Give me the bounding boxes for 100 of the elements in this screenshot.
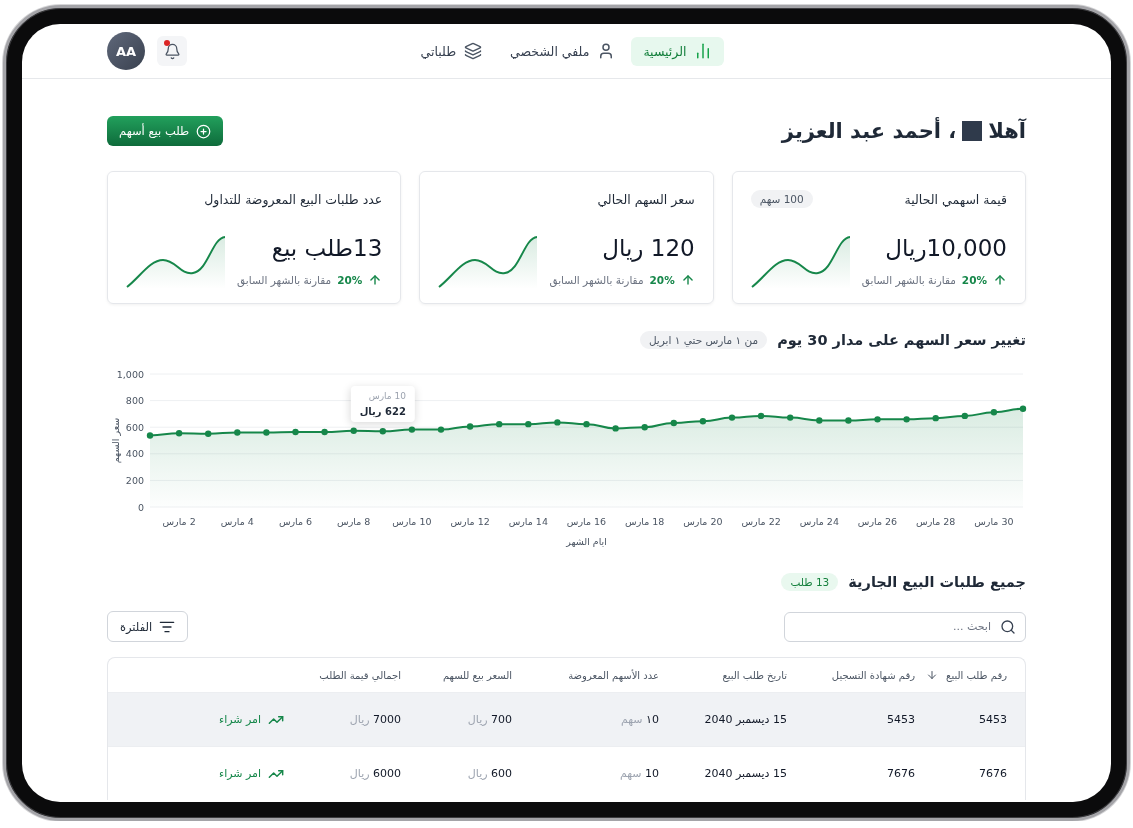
stat-title: سعر السهم الحالي: [597, 191, 695, 207]
data-point: [932, 414, 939, 422]
stat-title: قيمة اسهمي الحالية: [904, 191, 1007, 207]
data-point: [525, 420, 532, 428]
requests-count-badge: 13 طلب: [781, 573, 839, 591]
column-header[interactable]: اجمالي قيمة الطلب: [319, 669, 401, 681]
filter-button[interactable]: الفلترة: [107, 611, 189, 642]
change-percent: 20%: [961, 274, 987, 286]
tooltip-date: 10 مارس: [368, 391, 406, 402]
x-tick-label: 10 مارس: [392, 516, 432, 527]
x-tick-label: 18 مارس: [625, 516, 665, 527]
change-percent: 20%: [649, 274, 675, 286]
data-point: [496, 420, 503, 428]
nav-tab[interactable]: الرئيسية: [631, 36, 725, 66]
data-point: [845, 417, 852, 424]
x-tick-label: 8 مارس: [337, 516, 371, 527]
data-point: [1019, 405, 1027, 412]
stat-value: 10,000ريال: [884, 235, 1007, 261]
buy-order-link[interactable]: امر شراء: [218, 711, 284, 728]
notifications-button[interactable]: [157, 36, 187, 66]
data-point: [466, 423, 474, 430]
data-point: [437, 426, 445, 433]
x-tick-label: 2 مارس: [162, 516, 196, 527]
data-point: [583, 420, 590, 428]
data-point: [408, 426, 416, 433]
table-cell: 15 ديسمبر 2040: [704, 767, 787, 780]
requests-title: جميع طلبات البيع الجارية: [848, 574, 1026, 590]
y-tick-label: 200: [125, 474, 144, 486]
x-tick-label: 22 مارس: [741, 516, 781, 527]
y-tick-label: 400: [125, 448, 144, 460]
x-tick-label: 28 مارس: [916, 516, 956, 527]
data-point: [292, 428, 299, 436]
table-cell: ١0 سهم: [620, 713, 659, 726]
x-axis-title: ايام الشهر: [566, 536, 607, 547]
data-point: [379, 428, 386, 435]
user-avatar[interactable]: AA: [107, 32, 145, 70]
data-point: [670, 419, 677, 427]
data-point: [263, 429, 270, 436]
x-tick-label: 14 مارس: [508, 516, 548, 527]
column-header[interactable]: السعر بيع للسهم: [442, 669, 512, 681]
data-point: [699, 418, 707, 425]
stat-value: 120 ريال: [601, 235, 695, 261]
data-point: [787, 414, 794, 421]
comparison-text: مقارنة بالشهر السابق: [237, 274, 332, 286]
y-tick-label: 0: [137, 501, 144, 513]
data-point: [554, 419, 561, 426]
data-point: [816, 417, 823, 424]
x-tick-label: 16 مارس: [566, 516, 607, 527]
table-cell: 5453: [979, 713, 1007, 726]
y-tick-label: 1,000: [116, 368, 144, 380]
data-point: [961, 412, 968, 420]
share-count-badge: 100 سهم: [750, 190, 813, 208]
data-point: [205, 430, 212, 437]
x-tick-label: 12 مارس: [450, 516, 490, 527]
nav-tab[interactable]: طلباتي: [408, 36, 495, 66]
bell-icon: [163, 42, 181, 60]
x-tick-label: 4 مارس: [220, 516, 254, 527]
search-field[interactable]: ابحث ...: [784, 611, 1026, 642]
data-point: [146, 432, 154, 439]
new-sale-request-button[interactable]: طلب بيع أسهم: [107, 116, 224, 146]
comparison-text: مقارنة بالشهر السابق: [861, 274, 956, 286]
column-header[interactable]: رقم شهادة التسجيل: [831, 669, 915, 681]
nav-tab[interactable]: ملفي الشخصي: [498, 36, 628, 66]
column-header[interactable]: تاريخ طلب البيع: [722, 669, 787, 681]
y-axis-title: سعر السهم: [110, 417, 121, 464]
data-point: [321, 428, 328, 436]
table-cell: 15 ديسمبر 2040: [704, 713, 787, 726]
column-header[interactable]: عدد الأسهم المعروضة: [568, 669, 659, 681]
data-point: [612, 425, 619, 432]
x-tick-label: 24 مارس: [799, 516, 839, 527]
user-name: ، أحمد عبد العزيز: [781, 119, 957, 143]
stat-value: 13طلب بيع: [270, 235, 383, 261]
data-point: [728, 414, 736, 421]
data-point: [903, 416, 910, 423]
x-tick-label: 26 مارس: [857, 516, 898, 527]
data-point: [234, 429, 241, 436]
table-cell: 7676: [887, 767, 915, 780]
tooltip-value: 622 ريال: [359, 406, 406, 418]
comparison-text: مقارنة بالشهر السابق: [549, 274, 644, 286]
search-icon: [1000, 618, 1016, 635]
data-point: [175, 430, 183, 437]
change-percent: 20%: [337, 274, 363, 286]
greeting-text: آهلا: [988, 119, 1026, 143]
column-header[interactable]: رقم طلب البيع: [926, 669, 1007, 681]
data-point: [757, 412, 765, 420]
data-point: [350, 427, 357, 434]
y-tick-label: 600: [125, 421, 144, 433]
y-tick-label: 800: [125, 395, 144, 407]
table-cell: 7676: [979, 767, 1007, 780]
x-tick-label: 30 مارس: [974, 516, 1014, 527]
buy-order-link[interactable]: امر شراء: [218, 765, 284, 782]
data-point: [641, 424, 648, 431]
plus-circle-icon: [196, 123, 212, 139]
stat-title: عدد طلبات البيع المعروضة للتداول: [204, 191, 383, 207]
data-point: [990, 409, 998, 416]
square-icon: [962, 121, 983, 141]
data-point: [874, 416, 881, 423]
x-tick-label: 6 مارس: [278, 516, 313, 527]
table-cell: 5453: [887, 713, 915, 726]
layers-icon: [464, 42, 483, 60]
